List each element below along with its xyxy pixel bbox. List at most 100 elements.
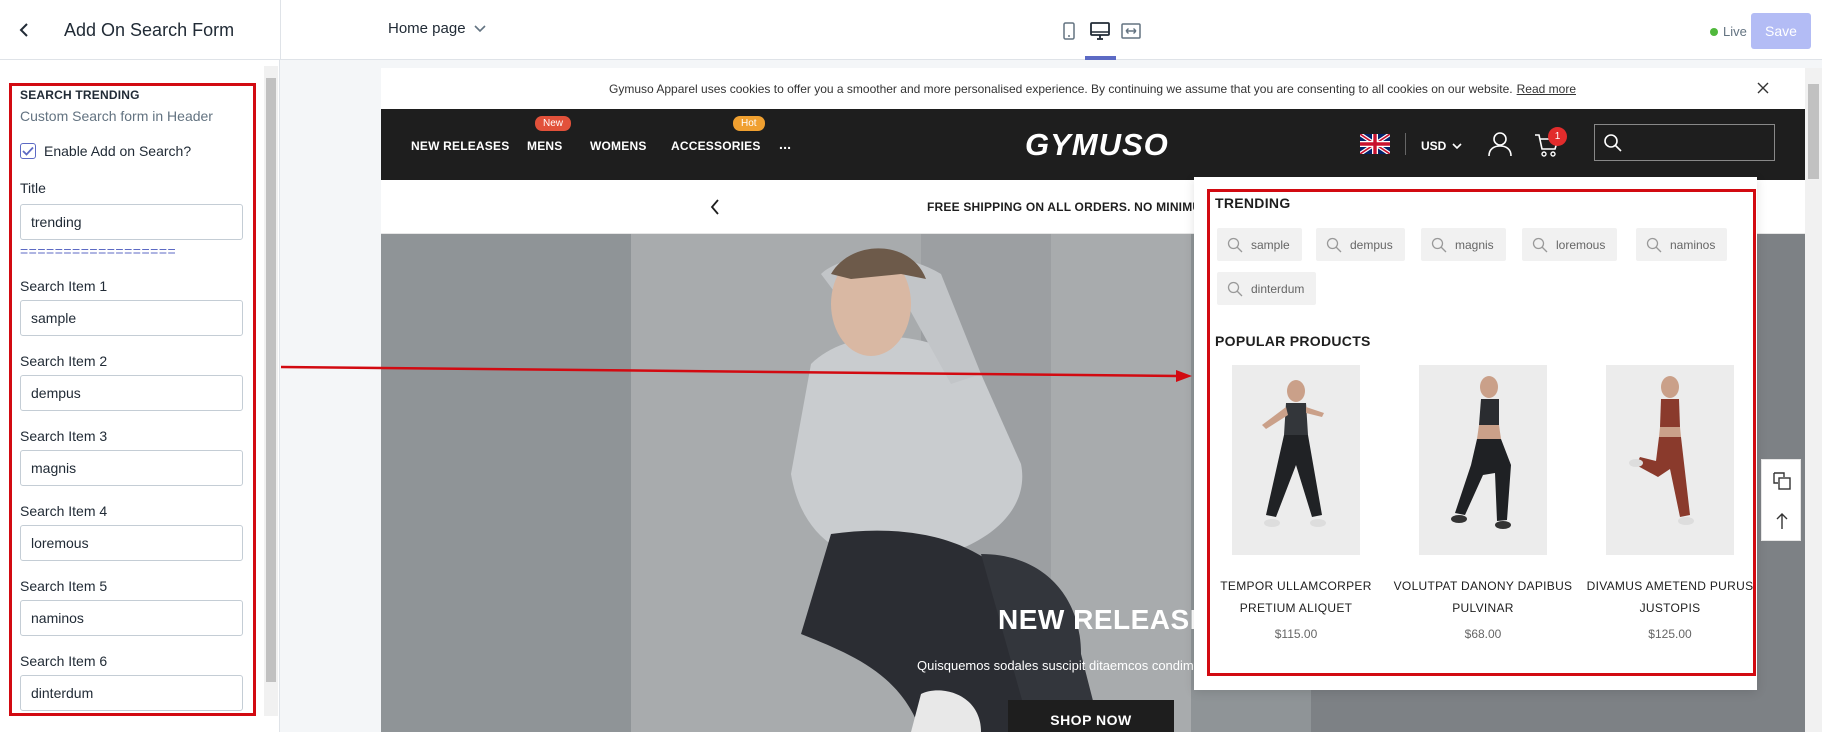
product-name[interactable]: TEMPOR ULLAMCORPER PRETIUM ALIQUET [1201,575,1391,619]
search-item-3-field[interactable]: magnis [20,450,243,486]
preview-scrollbar-thumb[interactable] [1808,84,1819,179]
site-header: NEW RELEASES MENS New WOMENS ACCESSORIES… [381,109,1805,180]
chevron-left-icon [710,199,719,215]
trending-tag[interactable]: magnis [1421,228,1506,261]
divider [1405,133,1406,155]
cookie-read-more-link[interactable]: Read more [1517,82,1576,96]
brand-logo[interactable]: GYMUSO [1025,127,1169,163]
back-to-top-button[interactable] [1771,510,1793,532]
search-icon [1604,134,1622,152]
product-name-line: TEMPOR ULLAMCORPER [1220,579,1372,593]
live-status: Live [1710,24,1747,39]
floating-tools [1761,459,1801,541]
currency-label: USD [1421,139,1447,153]
nav-mens[interactable]: MENS [527,139,562,153]
checkbox-checked-icon[interactable] [20,143,36,159]
search-icon [1227,237,1243,252]
hero-subtext: Quisquemos sodales suscipit ditaemcos co… [917,658,1220,673]
search-icon [1431,237,1447,252]
trending-tag-label: sample [1251,237,1290,252]
enable-search-label: Enable Add on Search? [44,143,192,159]
nav-new-releases[interactable]: NEW RELEASES [411,139,509,153]
page-selector[interactable]: Home page [388,20,486,37]
nav-mens-badge: New [535,116,572,131]
arrow-up-icon [1776,513,1788,529]
desktop-view-button[interactable] [1089,20,1111,42]
chevron-left-icon [19,23,28,37]
cookie-bar: Gymuso Apparel uses cookies to offer you… [381,68,1805,109]
live-status-label: Live [1723,24,1747,39]
product-name-line: PULVINAR [1452,601,1514,615]
editor-topbar: Add On Search Form Home page Live Save [0,0,1822,60]
shipping-text: FREE SHIPPING ON ALL ORDERS. NO MINIMUM … [927,200,1233,214]
chevron-down-icon [473,24,486,32]
search-item-2-field[interactable]: dempus [20,375,243,411]
product-name-line: PRETIUM ALIQUET [1239,601,1353,615]
search-item-5-label: Search Item 5 [20,578,108,594]
expand-icon [1121,23,1141,39]
search-item-6-field[interactable]: dinterdum [20,675,243,711]
search-item-5-field[interactable]: naminos [20,600,243,636]
trending-heading: TRENDING [1215,195,1291,211]
separator-text: ================== [20,243,177,259]
trending-tag[interactable]: sample [1217,228,1302,261]
search-item-2-label: Search Item 2 [20,353,108,369]
search-item-4-label: Search Item 4 [20,503,108,519]
trending-tag-label: dinterdum [1251,281,1305,296]
section-heading: SEARCH TRENDING [20,88,140,102]
header-search-input[interactable] [1594,124,1775,161]
trending-tag[interactable]: naminos [1636,228,1728,261]
shop-now-button[interactable]: SHOP NOW [1008,700,1174,732]
search-icon [1646,237,1662,252]
cookie-close-button[interactable] [1754,79,1772,97]
trending-tag-label: naminos [1670,237,1716,252]
search-item-4-field[interactable]: loremous [20,525,243,561]
product-name[interactable]: VOLUTPAT DANONY DAPIBUS PULVINAR [1388,575,1578,619]
search-item-1-field[interactable]: sample [20,300,243,336]
uk-flag-icon[interactable] [1360,134,1390,154]
search-icon [1227,281,1243,296]
product-image[interactable] [1419,365,1547,555]
trending-tag-label: loremous [1556,237,1606,252]
product-name[interactable]: DIVAMUS AMETEND PURUS JUSTOPIS [1575,575,1765,619]
product-image[interactable] [1606,365,1734,555]
desktop-icon [1090,22,1110,40]
nav-accessories[interactable]: ACCESSORIES [671,139,761,153]
account-icon[interactable] [1486,130,1514,158]
search-icon [1532,237,1548,252]
cart-count-badge: 1 [1548,127,1567,146]
back-button[interactable] [8,14,40,46]
product-image[interactable] [1232,365,1360,555]
sidebar-scrollbar-thumb[interactable] [266,78,276,682]
product-price: $115.00 [1274,627,1318,641]
trending-tag[interactable]: dempus [1316,228,1405,261]
page-selector-label: Home page [388,20,466,37]
trending-tag[interactable]: dinterdum [1217,272,1317,305]
product-price: $125.00 [1648,627,1692,641]
save-button[interactable]: Save [1751,13,1811,49]
title-field[interactable]: trending [20,204,243,240]
mobile-view-button[interactable] [1058,20,1080,42]
trending-tag-label: magnis [1455,237,1494,252]
search-item-6-label: Search Item 6 [20,653,108,669]
enable-search-checkbox[interactable]: Enable Add on Search? [20,143,191,159]
fullwidth-view-button[interactable] [1120,20,1142,42]
trending-tag-label: dempus [1350,237,1393,252]
popular-products-heading: POPULAR PRODUCTS [1215,333,1371,349]
nav-more[interactable]: ... [779,136,791,152]
search-item-1-label: Search Item 1 [20,278,108,294]
compare-icon [1773,472,1791,490]
title-label: Title [20,180,46,196]
search-icon [1326,237,1342,252]
nav-womens[interactable]: WOMENS [590,139,647,153]
announcement-prev-button[interactable] [705,196,725,218]
section-description: Custom Search form in Header [20,108,213,124]
trending-tag[interactable]: loremous [1522,228,1618,261]
mobile-icon [1063,22,1075,40]
product-name-line: JUSTOPIS [1639,601,1701,615]
currency-selector[interactable]: USD [1421,139,1462,153]
product-price: $68.00 [1464,627,1502,641]
compare-button[interactable] [1771,470,1793,492]
product-name-line: DIVAMUS AMETEND PURUS [1586,579,1754,593]
divider [280,0,281,60]
